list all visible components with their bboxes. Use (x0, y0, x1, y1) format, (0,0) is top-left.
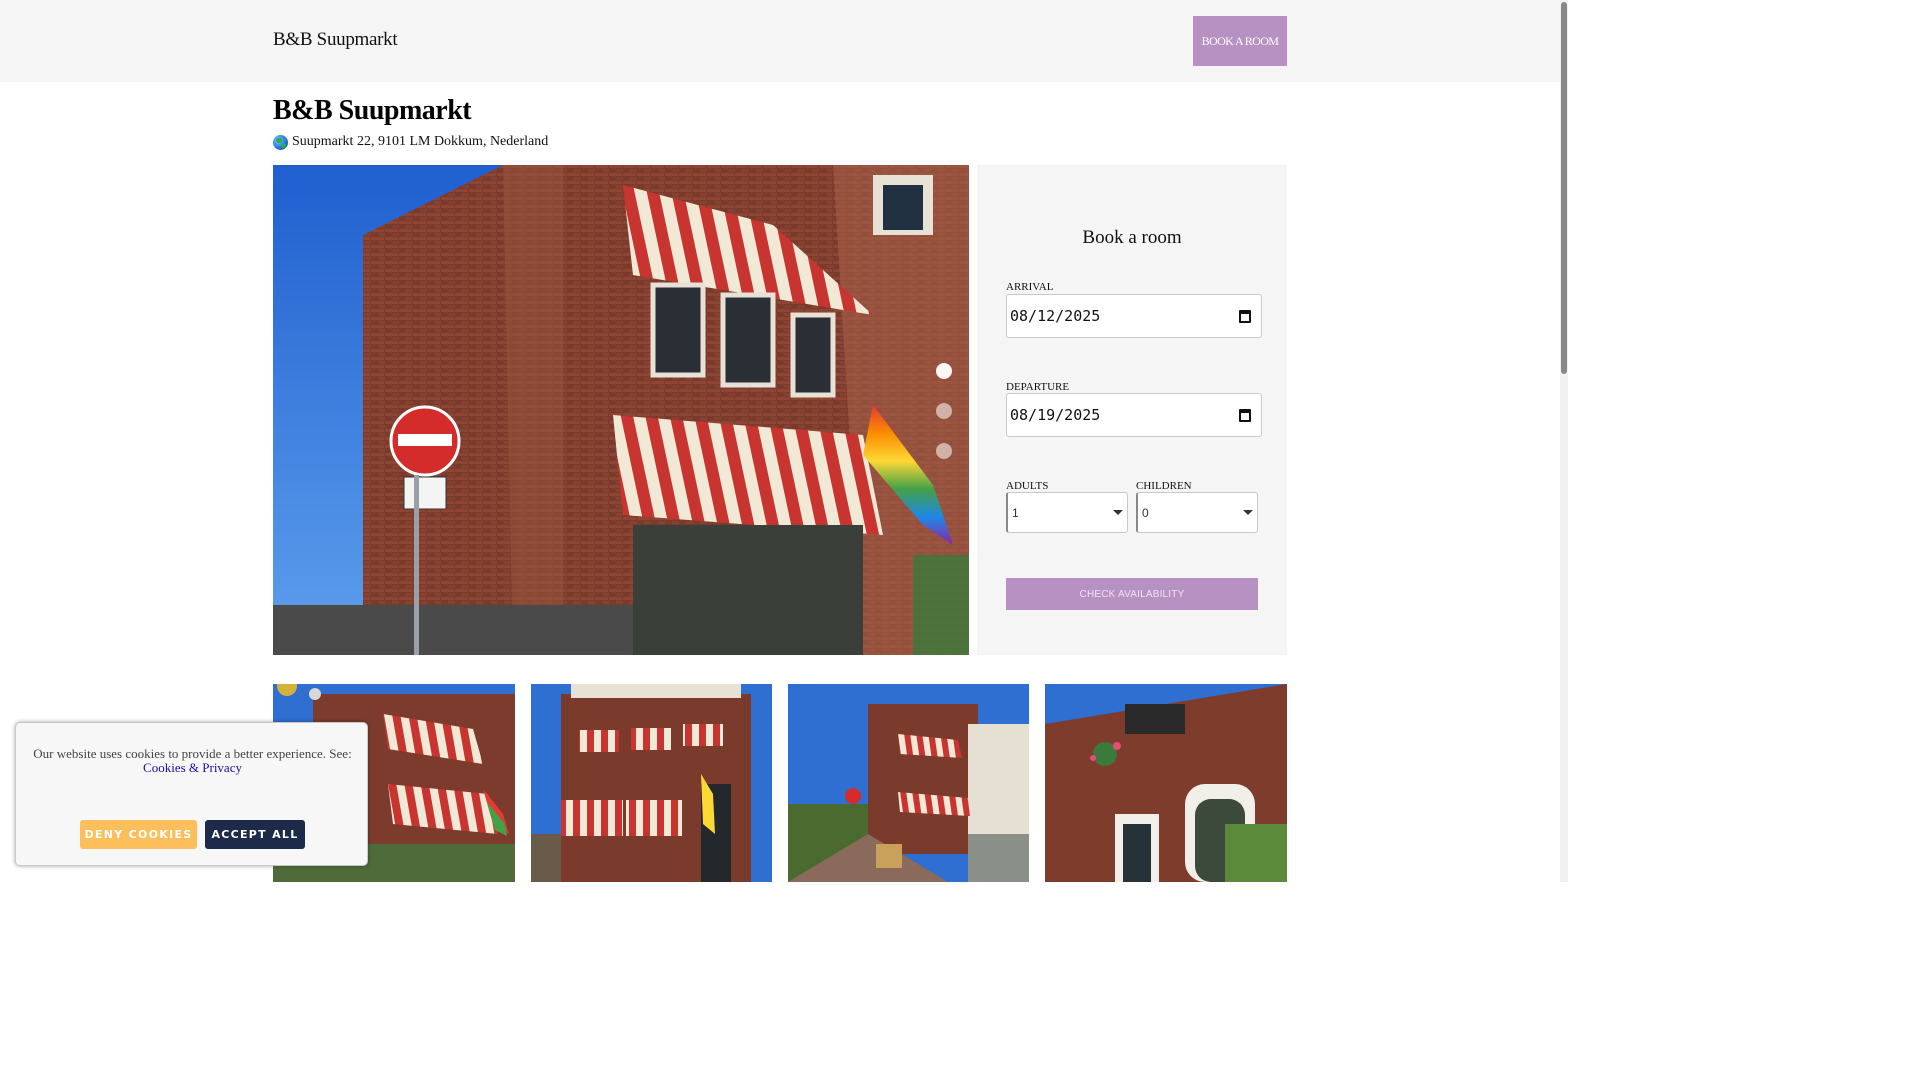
calendar-icon[interactable] (1239, 409, 1251, 422)
chevron-down-icon (1113, 510, 1123, 515)
cookie-message-text: Our website uses cookies to provide a be… (33, 746, 352, 761)
scrollbar-thumb[interactable] (1561, 2, 1567, 374)
book-a-room-button[interactable]: BOOK A ROOM (1193, 16, 1287, 66)
thumb-photo-3 (788, 684, 1029, 882)
children-select[interactable]: 0 (1136, 492, 1258, 533)
children-label: CHILDREN (1136, 480, 1192, 492)
departure-date-input[interactable]: 08/19/2025 (1006, 393, 1262, 437)
arrival-label: ARRIVAL (1006, 281, 1054, 293)
brand-logo[interactable]: B&B Suupmarkt (273, 29, 398, 51)
carousel-dot-2[interactable] (936, 403, 952, 419)
gallery-thumb-3[interactable] (788, 684, 1030, 882)
cookie-privacy-link[interactable]: Cookies & Privacy (143, 760, 242, 775)
hero-photo[interactable] (273, 165, 969, 655)
building-photo (273, 165, 969, 655)
top-navbar: B&B Suupmarkt BOOK A ROOM (0, 0, 1560, 82)
departure-date-value: 08/19/2025 (1010, 406, 1101, 424)
carousel-indicators (936, 363, 952, 459)
cookie-banner: Our website uses cookies to provide a be… (15, 722, 368, 866)
adults-value: 1 (1012, 505, 1019, 520)
booking-panel: Book a room ARRIVAL 08/12/2025 DEPARTURE… (977, 165, 1287, 655)
carousel-dot-1[interactable] (936, 363, 952, 379)
booking-title: Book a room (1082, 227, 1182, 248)
chevron-down-icon (1243, 510, 1253, 515)
gallery-thumb-4[interactable] (1045, 684, 1287, 882)
gallery-thumb-2[interactable] (531, 684, 773, 882)
arrival-date-input[interactable]: 08/12/2025 (1006, 294, 1262, 338)
departure-label: DEPARTURE (1006, 381, 1070, 393)
adults-label: ADULTS (1006, 480, 1049, 492)
accept-all-button[interactable]: ACCEPT ALL (205, 820, 305, 849)
deny-cookies-button[interactable]: DENY COOKIES (80, 820, 197, 849)
globe-icon (273, 134, 288, 150)
carousel-dot-3[interactable] (936, 443, 952, 459)
check-availability-button[interactable]: CHECK AVAILABILITY (1006, 578, 1258, 610)
adults-select[interactable]: 1 (1006, 492, 1128, 533)
address-text: Suupmarkt 22, 9101 LM Dokkum, Nederland (292, 134, 549, 149)
children-value: 0 (1142, 505, 1149, 520)
calendar-icon[interactable] (1239, 310, 1251, 323)
cookie-message: Our website uses cookies to provide a be… (30, 747, 355, 775)
address: Suupmarkt 22, 9101 LM Dokkum, Nederland (273, 134, 548, 150)
thumb-photo-2 (531, 684, 772, 882)
arrival-date-value: 08/12/2025 (1010, 307, 1101, 325)
thumb-photo-4 (1045, 684, 1287, 882)
page-title: B&B Suupmarkt (273, 95, 472, 126)
